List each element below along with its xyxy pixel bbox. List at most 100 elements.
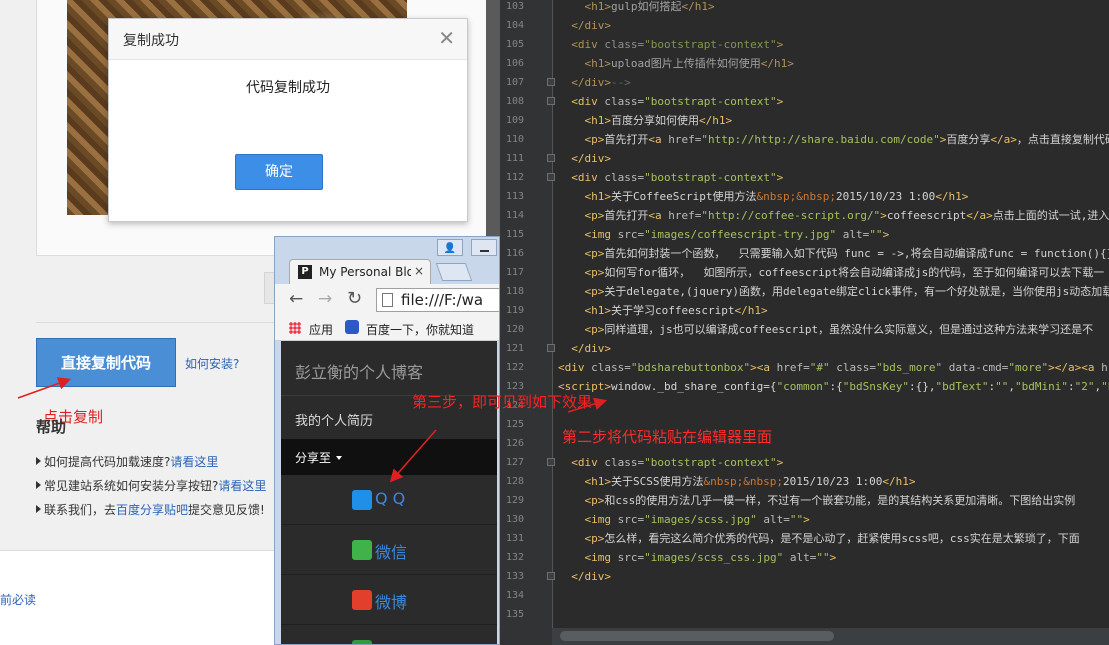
fold-icon[interactable] <box>547 78 555 86</box>
code-line[interactable]: 106 <h1>upload图片上传插件如何使用</h1> <box>500 54 1109 73</box>
close-icon[interactable]: ✕ <box>438 26 455 50</box>
code-line[interactable]: 127 <div class="bootstrapt-context"> <box>500 453 1109 472</box>
code-line[interactable]: 121 </div> <box>500 339 1109 358</box>
blog-favicon-icon: P <box>298 265 312 279</box>
code-text: <h1>关于学习coffeescript</h1> <box>584 304 768 317</box>
scrollbar-thumb[interactable] <box>560 631 834 641</box>
code-text: <p>首先如何封装一个函数， 只需要输入如下代码 func = ->,将会自动编… <box>584 247 1109 260</box>
code-text: <p>怎么样，看完这么简介优秀的代码，是不是心动了，赶紧使用scss吧，css实… <box>584 532 1080 545</box>
address-bar[interactable]: file:///F:/wa <box>376 288 499 312</box>
code-line[interactable]: 105 <div class="bootstrapt-context"> <box>500 35 1109 54</box>
fold-icon[interactable] <box>547 344 555 352</box>
dialog-message: 代码复制成功 <box>246 80 330 96</box>
code-line[interactable]: 135 <box>500 605 1109 624</box>
apps-grid-icon[interactable] <box>289 322 301 334</box>
code-line[interactable]: 134 <box>500 586 1109 605</box>
code-text: </div> <box>571 19 611 32</box>
code-line[interactable]: 133 </div> <box>500 567 1109 586</box>
line-number: 134 <box>505 590 524 601</box>
code-line[interactable]: 111 </div> <box>500 149 1109 168</box>
title-bar <box>275 237 499 259</box>
code-line[interactable]: 116 <p>首先如何封装一个函数， 只需要输入如下代码 func = ->,将… <box>500 244 1109 263</box>
share-dropdown[interactable]: 分享至 <box>281 439 497 475</box>
forward-arrow-icon[interactable]: → <box>318 289 332 309</box>
code-line[interactable]: 104 </div> <box>500 16 1109 35</box>
fold-icon[interactable] <box>547 572 555 580</box>
help-link[interactable]: 请看这里 <box>170 455 218 469</box>
line-number: 113 <box>505 191 524 202</box>
share-item-weibo[interactable]: 微博 <box>281 575 497 625</box>
must-read-link[interactable]: 前必读 <box>0 591 36 608</box>
code-text: <h1>百度分享如何使用</h1> <box>584 114 733 127</box>
line-number: 133 <box>505 571 524 582</box>
help-link[interactable]: 请看这里 <box>218 479 266 493</box>
bullet-icon <box>36 505 41 513</box>
dialog-title: 复制成功 <box>123 33 179 49</box>
line-number: 114 <box>505 210 524 221</box>
baidu-paw-icon[interactable] <box>345 320 359 334</box>
code-line[interactable]: 114 <p>首先打开<a href="http://coffee-script… <box>500 206 1109 225</box>
code-line[interactable]: 132 <img src="images/scss_css.jpg" alt="… <box>500 548 1109 567</box>
tab-close-icon[interactable]: × <box>414 264 424 278</box>
code-text: <h1>gulp如何搭起</h1> <box>584 0 715 13</box>
code-line[interactable]: 129 <p>和css的使用方法几乎一模一样，不过有一个嵌套功能，是的其结构关系… <box>500 491 1109 510</box>
line-number: 121 <box>505 343 524 354</box>
code-line[interactable]: 118 <p>关于delegate,(jquery)函数，用delegate绑定… <box>500 282 1109 301</box>
code-text: <p>同样道理，js也可以编译成coffeescript，虽然没什么实际意义，但… <box>584 323 1094 336</box>
code-text: <div class="bootstrapt-context"> <box>571 95 784 108</box>
bookmark-baidu[interactable]: 百度一下，你就知道 <box>366 321 474 338</box>
code-line[interactable]: 115 <img src="images/coffeescript-try.jp… <box>500 225 1109 244</box>
code-line[interactable]: 107 </div>--> <box>500 73 1109 92</box>
user-icon[interactable]: 👤 <box>437 239 463 256</box>
code-text: </div> <box>571 342 611 355</box>
fold-icon[interactable] <box>547 154 555 162</box>
line-number: 108 <box>505 96 524 107</box>
code-line[interactable]: 128 <h1>关于SCSS使用方法&nbsp;&nbsp;2015/10/23… <box>500 472 1109 491</box>
code-editor[interactable]: 103 <h1>gulp如何搭起</h1> 104 </div> 105 <div … <box>500 0 1109 645</box>
copy-code-button[interactable]: 直接复制代码 <box>36 338 176 387</box>
bullet-icon <box>36 457 41 465</box>
annotation-step2: 第二步将代码粘贴在编辑器里面 <box>562 428 773 446</box>
code-line[interactable]: 103 <h1>gulp如何搭起</h1> <box>500 0 1109 16</box>
code-line[interactable]: 110 <p>首先打开<a href="http://http://share.… <box>500 130 1109 149</box>
reload-icon[interactable]: ↻ <box>347 288 362 309</box>
bookmark-apps[interactable]: 应用 <box>309 321 333 338</box>
code-line[interactable]: 131 <p>怎么样，看完这么简介优秀的代码，是不是心动了，赶紧使用scss吧，… <box>500 529 1109 548</box>
code-line[interactable]: 108 <div class="bootstrapt-context"> <box>500 92 1109 111</box>
share-item-label: 豆瓣 <box>375 639 407 644</box>
code-line[interactable]: 112 <div class="bootstrapt-context"> <box>500 168 1109 187</box>
code-line[interactable]: 109 <h1>百度分享如何使用</h1> <box>500 111 1109 130</box>
site-title[interactable]: 彭立衡的个人博客 <box>295 359 423 383</box>
nav-resume-link[interactable]: 我的个人简历 <box>295 410 373 429</box>
how-install-link[interactable]: 如何安装? <box>185 355 239 372</box>
weibo-icon <box>352 590 372 610</box>
share-item-wechat[interactable]: 微信 <box>281 525 497 575</box>
ok-button[interactable]: 确定 <box>235 154 323 190</box>
code-line[interactable]: 117 <p>如何写for循环， 如图所示，coffeescript将会自动编译… <box>500 263 1109 282</box>
back-arrow-icon[interactable]: ← <box>289 289 303 309</box>
share-item-label: Q Q <box>375 489 406 508</box>
code-line[interactable]: 120 <p>同样道理，js也可以编译成coffeescript，虽然没什么实际… <box>500 320 1109 339</box>
new-tab-button[interactable] <box>435 263 473 281</box>
code-line[interactable]: 119 <h1>关于学习coffeescript</h1> <box>500 301 1109 320</box>
help-item: 常见建站系统如何安装分享按钮?请看这里 <box>36 474 266 498</box>
help-link[interactable]: 百度分享贴吧 <box>116 503 188 517</box>
caret-down-icon <box>336 456 343 460</box>
code-line[interactable]: 122 <div class="bdsharebuttonbox"><a href… <box>500 358 1109 377</box>
code-text: </div>--> <box>571 76 631 89</box>
fold-icon[interactable] <box>547 97 555 105</box>
help-text-tail: 提交意见反馈! <box>188 503 265 517</box>
share-item-douban[interactable]: 豆瓣 <box>281 625 497 644</box>
share-item-qq[interactable]: Q Q <box>281 475 497 525</box>
line-number: 135 <box>505 609 524 620</box>
blog-page: 彭立衡的个人博客 我的个人简历 分享至 Q Q 微信微博豆瓣 <box>281 341 497 644</box>
code-line[interactable]: 113 <h1>关于CoffeeScript使用方法&nbsp;&nbsp;20… <box>500 187 1109 206</box>
browser-tab[interactable]: P My Personal Blo × <box>289 259 431 285</box>
help-text: 如何提高代码加载速度? <box>44 455 171 469</box>
minimize-button[interactable] <box>471 239 497 256</box>
fold-icon[interactable] <box>547 458 555 466</box>
fold-icon[interactable] <box>547 173 555 181</box>
help-text: 常见建站系统如何安装分享按钮? <box>44 479 219 493</box>
line-number: 115 <box>505 229 524 240</box>
code-line[interactable]: 130 <img src="images/scss.jpg" alt=""> <box>500 510 1109 529</box>
